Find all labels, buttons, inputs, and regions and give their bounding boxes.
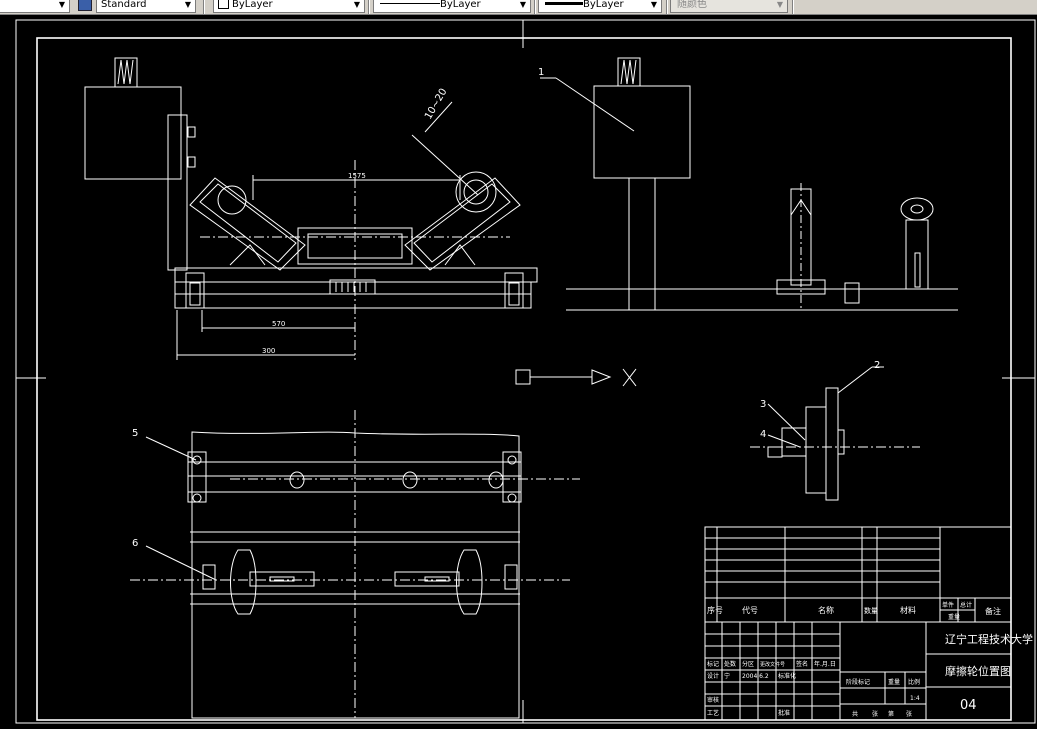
callout-6: 6 bbox=[132, 538, 138, 549]
ucs-icon bbox=[515, 368, 637, 387]
drawing-canvas[interactable]: 1 2 3 4 5 6 10~20 1575 570 300 X 序号 代号 名… bbox=[0, 15, 1037, 725]
tb-sheet-unit2: 张 bbox=[906, 710, 912, 718]
tb-sign-h3: 更改文件号 bbox=[760, 661, 785, 668]
lineweight-preview-icon bbox=[545, 2, 583, 5]
toolbar-separator bbox=[534, 0, 536, 14]
tb-design-label: 设计 bbox=[707, 672, 719, 680]
callout-1: 1 bbox=[538, 67, 544, 78]
chevron-down-icon[interactable]: ▼ bbox=[516, 0, 530, 12]
tb-header-remark: 备注 bbox=[985, 606, 1001, 616]
callout-2: 2 bbox=[874, 360, 880, 371]
chevron-down-icon[interactable]: ▼ bbox=[55, 0, 69, 12]
linetype-select[interactable]: ByLayer ▼ bbox=[373, 0, 531, 13]
tb-sign-h5: 年.月.日 bbox=[814, 660, 836, 668]
dim-width: 1575 bbox=[348, 172, 366, 180]
linetype-value: ByLayer bbox=[440, 0, 481, 10]
tb-header-qty: 数量 bbox=[864, 606, 878, 615]
tb-sheet-no-label: 第 bbox=[888, 710, 894, 718]
dim-offset: 570 bbox=[272, 320, 285, 328]
plot-style-value: 随颜色 bbox=[677, 0, 707, 10]
tb-sign-h2: 分区 bbox=[742, 660, 754, 668]
front-view bbox=[84, 57, 538, 360]
tb-sheet-unit1: 张 bbox=[872, 710, 878, 718]
lineweight-value: ByLayer bbox=[583, 0, 624, 10]
chevron-down-icon[interactable]: ▼ bbox=[181, 0, 195, 12]
toolbar-separator bbox=[203, 0, 205, 14]
tb-header-total: 总计 bbox=[960, 601, 972, 609]
tb-header-weight: 重量 bbox=[948, 613, 960, 621]
lineweight-select[interactable]: ByLayer ▼ bbox=[538, 0, 662, 13]
tb-standard-label: 标准化 bbox=[778, 672, 796, 680]
detail-view bbox=[750, 366, 920, 501]
tb-scale: 1:4 bbox=[910, 695, 920, 702]
layer-color-value: ByLayer bbox=[232, 0, 273, 10]
tb-weight-label: 重量 bbox=[888, 678, 900, 686]
text-style-icon[interactable] bbox=[78, 0, 92, 11]
text-style-value: Standard bbox=[101, 0, 147, 10]
layer-color-select[interactable]: ByLayer ▼ bbox=[213, 0, 365, 13]
dim-angle: 10~20 bbox=[423, 87, 449, 122]
tb-sign-h4: 签名 bbox=[796, 660, 808, 668]
tb-school: 辽宁工程技术大学 bbox=[945, 632, 1033, 646]
linetype-preview-icon bbox=[380, 3, 440, 4]
tb-design-date: 2004.6.2 bbox=[742, 673, 769, 680]
tb-header-code: 代号 bbox=[742, 605, 758, 615]
plan-view bbox=[130, 410, 580, 719]
cad-drawing[interactable]: 1 2 3 4 5 6 10~20 1575 570 300 X 序号 代号 名… bbox=[0, 15, 1037, 725]
toolbar-separator bbox=[792, 0, 794, 14]
tb-design-name: 宁 bbox=[724, 672, 730, 680]
callout-3: 3 bbox=[760, 399, 766, 410]
callout-5: 5 bbox=[132, 428, 138, 439]
callout-4: 4 bbox=[760, 429, 766, 440]
toolbar-separator bbox=[666, 0, 668, 14]
chevron-down-icon[interactable]: ▼ bbox=[773, 0, 787, 12]
tb-stage-label: 阶段标记 bbox=[846, 678, 870, 686]
tb-header-material: 材料 bbox=[900, 605, 916, 615]
sheet-inner-border bbox=[36, 37, 1012, 721]
dim-span: 300 bbox=[262, 347, 275, 355]
tb-approve-label: 批准 bbox=[778, 709, 790, 717]
tb-sheet-total: 共 bbox=[852, 710, 858, 718]
side-view bbox=[540, 57, 958, 311]
chevron-down-icon[interactable]: ▼ bbox=[647, 0, 661, 12]
sheet-outer-border bbox=[15, 19, 1036, 724]
color-swatch-icon bbox=[218, 0, 229, 9]
tb-sign-h0: 标记 bbox=[707, 660, 719, 668]
toolbar-separator bbox=[368, 0, 370, 14]
tb-process-label: 工艺 bbox=[707, 709, 719, 717]
properties-toolbar: ▼ Standard ▼ ByLayer ▼ ByLayer ▼ ByLayer… bbox=[0, 0, 1037, 15]
tb-drawing-title: 摩擦轮位置图 bbox=[945, 664, 1011, 678]
text-style-select[interactable]: Standard ▼ bbox=[96, 0, 196, 13]
tb-header-name: 名称 bbox=[818, 605, 834, 615]
tb-review-label: 审核 bbox=[707, 696, 719, 704]
tb-sign-h1: 处数 bbox=[724, 660, 736, 668]
tb-header-seq: 序号 bbox=[707, 605, 723, 615]
tb-ratio-label: 比例 bbox=[908, 678, 920, 686]
chevron-down-icon[interactable]: ▼ bbox=[350, 0, 364, 12]
tb-sheet-no: 04 bbox=[960, 698, 977, 713]
tb-header-single: 单件 bbox=[942, 601, 954, 609]
prev-combo[interactable]: ▼ bbox=[0, 0, 70, 13]
title-block bbox=[704, 526, 1012, 721]
plot-style-select[interactable]: 随颜色 ▼ bbox=[670, 0, 788, 13]
